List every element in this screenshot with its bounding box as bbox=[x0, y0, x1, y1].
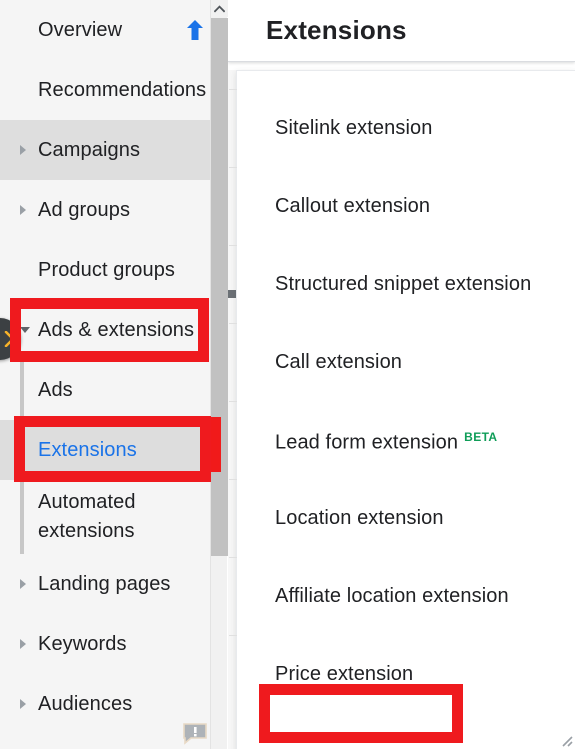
resize-grip-icon[interactable] bbox=[559, 733, 573, 747]
sidebar-item-label: Campaigns bbox=[38, 138, 141, 161]
extension-menu-item-structured-snippet-extension[interactable]: Structured snippet extension bbox=[229, 245, 575, 323]
sidebar-item-label: Overview bbox=[38, 18, 123, 41]
scrollbar-thumb[interactable] bbox=[211, 18, 228, 556]
chevron-right-icon[interactable] bbox=[20, 699, 26, 709]
sidebar-item-audiences[interactable]: Audiences bbox=[0, 674, 210, 734]
app-window: Overview Recommendations Campaigns Ad group… bbox=[0, 0, 575, 749]
extension-menu-item-label: Price extension bbox=[275, 663, 414, 685]
sidebar-item-landing-pages[interactable]: Landing pages bbox=[0, 554, 210, 614]
sidebar-item-label: Keywords bbox=[38, 632, 127, 655]
sidebar-item-automated-extensions[interactable]: Automated extensions bbox=[0, 480, 210, 554]
extension-menu-item-label: Structured snippet extension bbox=[275, 273, 532, 295]
extension-menu-item-lead-form-extension[interactable]: Lead form extension BETA bbox=[229, 401, 575, 479]
extension-menu-item-label: Call extension bbox=[275, 351, 403, 373]
sidebar-item-label: Ad groups bbox=[38, 198, 131, 221]
extension-menu-item-label: Location extension bbox=[275, 507, 444, 529]
chevron-right-icon[interactable] bbox=[20, 205, 26, 215]
extension-menu-item-label: Callout extension bbox=[275, 195, 431, 217]
scrollbar-red-marker bbox=[211, 417, 221, 472]
extension-menu-item-affiliate-location-extension[interactable]: Affiliate location extension bbox=[229, 557, 575, 635]
feedback-speech-bubble-icon[interactable] bbox=[182, 723, 208, 745]
row-divider-tick bbox=[229, 635, 237, 636]
sidebar-item-campaigns[interactable]: Campaigns bbox=[0, 120, 210, 180]
sidebar-item-keywords[interactable]: Keywords bbox=[0, 614, 210, 674]
extension-menu-item-sitelink-extension[interactable]: Sitelink extension bbox=[229, 89, 575, 167]
sub-navigation-rail bbox=[20, 360, 24, 554]
chevron-right-icon bbox=[4, 331, 15, 347]
main-content-area: Extensions Sitelink extension Callout ext… bbox=[228, 0, 575, 749]
chevron-right-icon[interactable] bbox=[20, 579, 26, 589]
extension-menu-item-location-extension[interactable]: Location extension bbox=[229, 479, 575, 557]
chevron-down-icon[interactable] bbox=[20, 327, 30, 333]
extension-menu-item-callout-extension[interactable]: Callout extension bbox=[229, 167, 575, 245]
row-divider-tick bbox=[229, 323, 237, 324]
row-divider-tick bbox=[229, 245, 237, 246]
extension-menu-item-label: Affiliate location extension bbox=[275, 585, 509, 607]
row-divider-tick bbox=[229, 167, 237, 168]
row-divider-tick bbox=[229, 479, 237, 480]
sidebar-item-label: Product groups bbox=[38, 258, 176, 281]
sidebar-scrollbar[interactable] bbox=[210, 0, 228, 749]
row-divider-tick bbox=[229, 401, 237, 402]
row-divider-tick bbox=[229, 89, 237, 90]
sidebar-item-label: Audiences bbox=[38, 692, 133, 715]
sidebar-item-ads[interactable]: Ads bbox=[0, 360, 210, 420]
left-navigation-sidebar: Overview Recommendations Campaigns Ad group… bbox=[0, 0, 210, 749]
sidebar-item-label: Landing pages bbox=[38, 572, 171, 595]
beta-badge: BETA bbox=[464, 430, 498, 445]
sidebar-item-recommendations[interactable]: Recommendations bbox=[0, 60, 210, 120]
sidebar-item-label: Ads bbox=[38, 378, 73, 401]
extension-menu-item-price-extension[interactable]: Price extension bbox=[229, 635, 575, 713]
row-divider-tick bbox=[229, 557, 237, 558]
nav-list: Overview Recommendations Campaigns Ad group… bbox=[0, 0, 210, 734]
sidebar-item-ad-groups[interactable]: Ad groups bbox=[0, 180, 210, 240]
page-title: Extensions bbox=[266, 15, 407, 45]
chevron-right-icon[interactable] bbox=[20, 145, 26, 155]
sidebar-item-ads-extensions[interactable]: Ads & extensions bbox=[0, 300, 210, 360]
sidebar-item-label: Recommendations bbox=[38, 78, 207, 101]
sidebar-item-label: Automated extensions bbox=[38, 491, 136, 542]
scrollbar-up-arrow-icon[interactable] bbox=[211, 0, 228, 17]
sidebar-item-product-groups[interactable]: Product groups bbox=[0, 240, 210, 300]
sidebar-item-extensions[interactable]: Extensions bbox=[0, 420, 210, 480]
extension-menu-item-label: Sitelink extension bbox=[275, 117, 433, 139]
chevron-right-icon[interactable] bbox=[20, 639, 26, 649]
extension-type-dropdown-panel: Sitelink extension Callout extension Struc… bbox=[229, 70, 575, 749]
sidebar-item-label: Extensions bbox=[38, 438, 137, 461]
sidebar-item-overview[interactable]: Overview bbox=[0, 0, 210, 60]
page-header: Extensions bbox=[228, 0, 575, 62]
extension-menu-item-label: Lead form extension bbox=[275, 431, 459, 454]
extension-menu-item-call-extension[interactable]: Call extension bbox=[229, 323, 575, 401]
extension-type-list: Sitelink extension Callout extension Struc… bbox=[229, 71, 575, 713]
blue-up-arrow-icon bbox=[186, 19, 204, 41]
sidebar-item-label: Ads & extensions bbox=[38, 318, 195, 341]
